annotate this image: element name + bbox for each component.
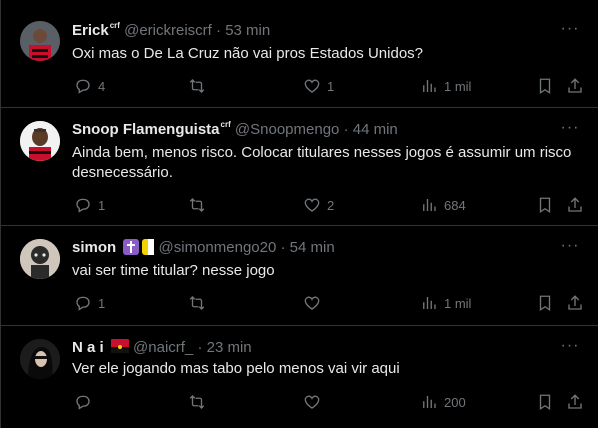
handle[interactable]: @simonmengo20 — [159, 239, 277, 256]
view-count: 684 — [444, 197, 466, 213]
avatar[interactable] — [20, 121, 60, 161]
avatar[interactable] — [20, 239, 60, 279]
more-icon[interactable]: ··· — [560, 238, 580, 259]
reply-count: 4 — [98, 78, 106, 94]
repost-button[interactable] — [188, 293, 212, 313]
view-count: 1 mil — [444, 295, 472, 311]
more-icon[interactable]: ··· — [560, 120, 580, 141]
reply-button[interactable]: 1 — [74, 293, 105, 313]
repost-button[interactable] — [188, 195, 212, 215]
repost-icon — [189, 79, 205, 93]
display-name[interactable]: N a i — [72, 339, 104, 356]
handle[interactable]: @Snoopmengo — [235, 121, 339, 138]
bookmark-button[interactable] — [536, 76, 554, 96]
like-button[interactable]: 2 — [303, 195, 334, 215]
timestamp[interactable]: 54 min — [290, 239, 335, 256]
like-icon — [304, 79, 320, 93]
like-button[interactable]: 1 — [303, 76, 334, 96]
handle[interactable]: @erickreiscrf — [124, 22, 212, 39]
view-count: 200 — [444, 394, 466, 410]
views-icon — [423, 80, 436, 92]
action-bar: 1 1 mil — [72, 293, 584, 313]
cross-emoji-icon — [123, 239, 140, 255]
repost-button[interactable] — [188, 392, 212, 412]
action-bar: 200 — [72, 392, 584, 412]
timestamp[interactable]: 53 min — [225, 22, 270, 39]
reply-icon — [76, 79, 90, 94]
display-name[interactable]: Snoop Flamenguista — [72, 121, 220, 138]
share-icon — [568, 394, 582, 409]
reply-thread: Erickcrf @erickreiscrf · 53 min ··· Oxi … — [0, 0, 598, 428]
like-icon — [304, 296, 320, 310]
action-bar: 4 1 1 mil — [72, 76, 584, 96]
like-icon — [304, 395, 320, 409]
action-bar: 1 2 684 — [72, 195, 584, 215]
share-icon — [568, 197, 582, 212]
separator: · — [216, 22, 222, 39]
bookmark-icon — [539, 295, 551, 312]
repost-icon — [189, 198, 205, 212]
views-icon — [423, 199, 436, 211]
display-name[interactable]: Erick — [72, 22, 109, 39]
views-icon — [423, 396, 436, 408]
handle[interactable]: @naicrf_ — [133, 339, 193, 356]
crf-badge: crf — [220, 120, 231, 129]
bookmark-button[interactable] — [536, 392, 554, 412]
bookmark-button[interactable] — [536, 293, 554, 313]
avatar[interactable] — [20, 21, 60, 61]
views-button[interactable]: 1 mil — [420, 76, 471, 96]
more-icon[interactable]: ··· — [560, 21, 580, 42]
avatar[interactable] — [20, 339, 60, 379]
like-icon — [304, 198, 320, 212]
repost-icon — [189, 395, 205, 409]
like-count: 1 — [327, 78, 335, 94]
views-icon — [423, 297, 436, 309]
bookmark-icon — [539, 78, 551, 95]
reply-button[interactable]: 4 — [74, 76, 105, 96]
separator: · — [280, 239, 286, 256]
tweet-text: Ver ele jogando mas tabo pelo menos vai … — [72, 360, 400, 377]
bookmark-icon — [539, 197, 551, 214]
tweet-erick[interactable]: Erickcrf @erickreiscrf · 53 min ··· Oxi … — [1, 0, 598, 108]
tweet-snoop[interactable]: Snoop Flamenguistacrf @Snoopmengo · 44 m… — [1, 107, 598, 226]
reply-count: 1 — [98, 197, 106, 213]
tweet-nai[interactable]: N a i @naicrf_ · 23 min ··· Ver ele joga… — [1, 325, 598, 428]
tweet-text: vai ser time titular? nesse jogo — [72, 262, 275, 279]
share-button[interactable] — [566, 76, 584, 96]
tweet-text: Oxi mas o De La Cruz não vai pros Estado… — [72, 45, 423, 62]
like-button[interactable] — [303, 293, 327, 313]
reply-icon — [76, 395, 90, 410]
share-icon — [568, 295, 582, 310]
reply-icon — [76, 296, 90, 311]
bookmark-button[interactable] — [536, 195, 554, 215]
more-icon[interactable]: ··· — [560, 338, 580, 359]
share-icon — [568, 78, 582, 93]
share-button[interactable] — [566, 392, 584, 412]
display-name[interactable]: simon — [72, 239, 116, 256]
reply-button[interactable]: 1 — [74, 195, 105, 215]
vatican-flag-icon — [142, 239, 155, 255]
flag-emoji-icon — [110, 339, 129, 353]
reply-count: 1 — [98, 295, 106, 311]
views-button[interactable]: 200 — [420, 392, 466, 412]
crf-badge: crf — [109, 21, 120, 30]
share-button[interactable] — [566, 293, 584, 313]
tweet-simon[interactable]: simon @simonmengo20 · 54 min ··· vai ser… — [1, 225, 598, 326]
reply-icon — [76, 198, 90, 213]
share-button[interactable] — [566, 195, 584, 215]
like-count: 2 — [327, 197, 335, 213]
timestamp[interactable]: 23 min — [207, 339, 252, 356]
separator: · — [343, 121, 349, 138]
bookmark-icon — [539, 394, 551, 411]
view-count: 1 mil — [444, 78, 472, 94]
reply-button[interactable] — [74, 392, 98, 412]
views-button[interactable]: 1 mil — [420, 293, 471, 313]
repost-icon — [189, 296, 205, 310]
tweet-text: Ainda bem, menos risco. Colocar titulare… — [72, 144, 572, 181]
timestamp[interactable]: 44 min — [353, 121, 398, 138]
views-button[interactable]: 684 — [420, 195, 466, 215]
repost-button[interactable] — [188, 76, 212, 96]
like-button[interactable] — [303, 392, 327, 412]
separator: · — [197, 339, 203, 356]
